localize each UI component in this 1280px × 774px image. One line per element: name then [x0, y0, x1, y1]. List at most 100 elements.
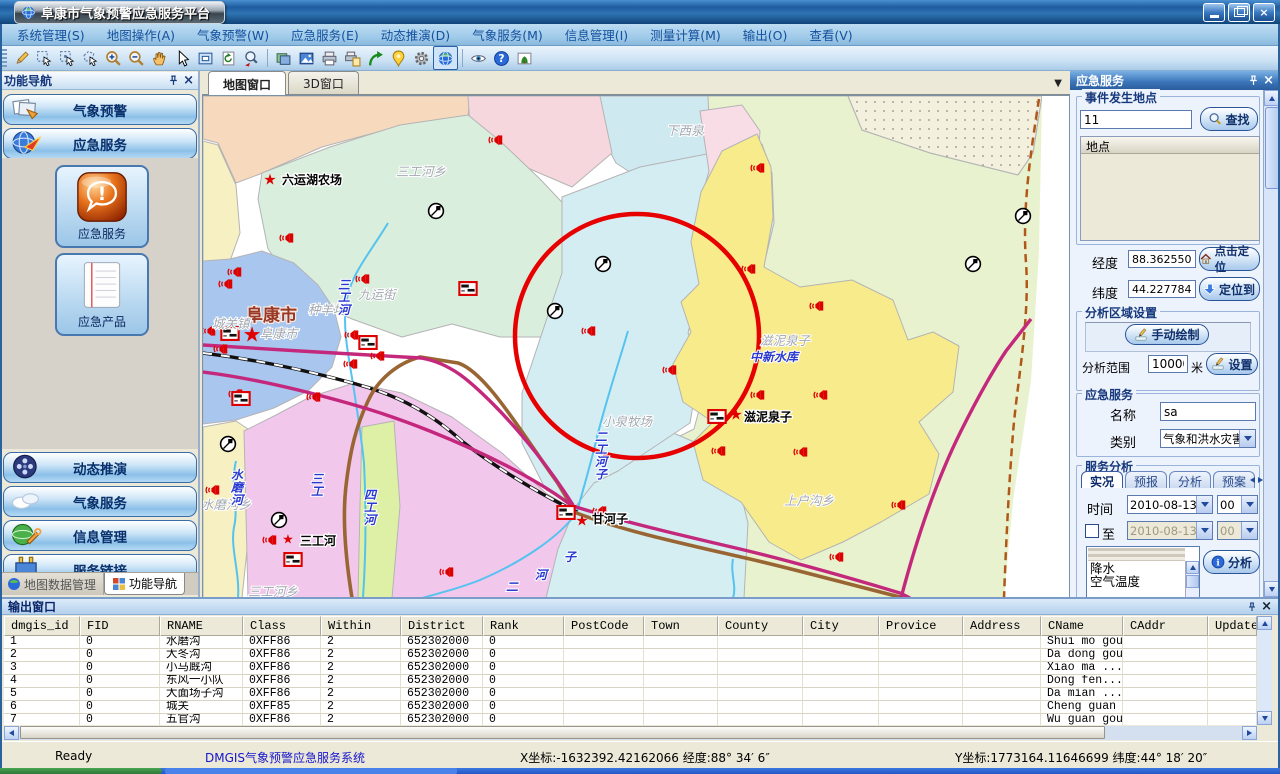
pin-icon[interactable]	[168, 75, 179, 86]
scroll-down-icon[interactable]	[1257, 711, 1272, 725]
column-header-County[interactable]: County	[718, 616, 803, 636]
tab-map-window[interactable]: 地图窗口	[208, 71, 286, 95]
tab-function-navigation[interactable]: 功能导航	[104, 573, 185, 595]
service-tab-1[interactable]: 实况	[1081, 471, 1123, 488]
toolbar-select-poly-button[interactable]	[79, 47, 102, 69]
tab-scroll-left-icon[interactable]	[1248, 473, 1256, 486]
table-row[interactable]: 40东风一小队0XFF8626523020000Dong fen...	[4, 675, 1257, 688]
locate-to-button[interactable]: 定位到	[1199, 277, 1260, 301]
scroll-left-icon[interactable]	[4, 726, 19, 740]
column-header-Town[interactable]: Town	[644, 616, 718, 636]
to-checkbox[interactable]	[1085, 524, 1099, 538]
toolbar-measure-pencil-button[interactable]	[10, 47, 33, 69]
pin-icon[interactable]	[1247, 602, 1257, 612]
toolbar-placemark-button[interactable]	[387, 47, 410, 69]
table-row[interactable]: 20大冬沟0XFF8626523020000Da dong gou	[4, 649, 1257, 662]
toolbar-globe-3d-button[interactable]	[433, 46, 458, 70]
pin-icon[interactable]	[1248, 75, 1259, 86]
column-header-Rank[interactable]: Rank	[483, 616, 564, 636]
element-listbox[interactable]: 降水空气温度	[1086, 546, 1200, 597]
menu-item-1[interactable]: 系统管理(S)	[6, 23, 96, 46]
event-location-input[interactable]	[1080, 110, 1192, 129]
tab-3d-window[interactable]: 3D窗口	[288, 71, 359, 94]
sidebar-item-clouds[interactable]: 气象服务	[3, 486, 197, 517]
taskbar-button[interactable]	[165, 768, 457, 774]
column-header-PostCode[interactable]: PostCode	[564, 616, 644, 636]
table-row[interactable]: 60城关0XFF8526523020000Cheng guan	[4, 701, 1257, 714]
toolbar-goto-arrow-button[interactable]	[364, 47, 387, 69]
type-combobox[interactable]: 气象和洪水灾害	[1160, 429, 1256, 448]
column-header-Within[interactable]: Within	[321, 616, 401, 636]
service-tab-3[interactable]: 分析	[1169, 471, 1211, 488]
toolbar-zoom-out-button[interactable]	[125, 47, 148, 69]
column-header-CAddr[interactable]: CAddr	[1123, 616, 1208, 636]
column-header-Address[interactable]: Address	[963, 616, 1041, 636]
chevron-down-icon[interactable]	[1241, 496, 1257, 513]
toolbar-screenshot-button[interactable]	[295, 47, 318, 69]
scrollbar-thumb[interactable]	[1186, 575, 1199, 588]
toolbar-select-point-button[interactable]	[33, 47, 56, 69]
map-tab-dropdown-icon[interactable]: ▼	[1054, 78, 1062, 89]
column-header-Provice[interactable]: Provice	[879, 616, 963, 636]
column-header-Class[interactable]: Class	[243, 616, 321, 636]
emergency-product-button[interactable]: 应急产品	[55, 253, 149, 336]
toolbar-full-extent-button[interactable]	[194, 47, 217, 69]
toolbar-pointer-button[interactable]	[171, 47, 194, 69]
table-row[interactable]: 30小马厩沟0XFF8626523020000Xiao ma ...	[4, 662, 1257, 675]
toolbar-eye-visibility-button[interactable]	[467, 47, 490, 69]
table-row[interactable]: 50大面场子沟0XFF8626523020000Da mian ...	[4, 688, 1257, 701]
toolbar-print-preview-button[interactable]	[341, 47, 364, 69]
menu-item-7[interactable]: 信息管理(I)	[554, 23, 639, 46]
close-panel-icon[interactable]: ×	[1261, 602, 1272, 612]
tab-map-data-management[interactable]: 地图数据管理	[0, 573, 104, 595]
analyze-button[interactable]: 分析	[1203, 550, 1260, 574]
menu-item-3[interactable]: 气象预警(W)	[186, 23, 280, 46]
location-list[interactable]: 地点	[1080, 136, 1260, 241]
column-header-FID[interactable]: FID	[80, 616, 160, 636]
date-combobox[interactable]: 2010-08-13	[1127, 495, 1213, 514]
manual-draw-button[interactable]: 手动绘制	[1125, 324, 1209, 345]
latitude-input[interactable]	[1128, 280, 1196, 298]
toolbar-refresh-button[interactable]	[217, 47, 240, 69]
column-header-CName[interactable]: CName	[1041, 616, 1123, 636]
menu-item-2[interactable]: 地图操作(A)	[96, 23, 186, 46]
toolbar-layers-button[interactable]	[272, 47, 295, 69]
list-item[interactable]: 空气温度	[1087, 575, 1199, 588]
table-row[interactable]: 10水磨沟0XFF8626523020000Shui mo gou	[4, 636, 1257, 649]
chevron-down-icon[interactable]	[1196, 496, 1212, 513]
longitude-input[interactable]	[1128, 250, 1196, 268]
start-button[interactable]	[0, 768, 162, 774]
toolbar-grip[interactable]	[2, 49, 7, 67]
find-button[interactable]: 查找	[1200, 107, 1258, 131]
menu-item-10[interactable]: 查看(V)	[798, 23, 863, 46]
column-header-City[interactable]: City	[803, 616, 879, 636]
output-horizontal-scrollbar[interactable]	[4, 726, 1257, 740]
close-button[interactable]: ×	[1253, 3, 1275, 22]
close-panel-icon[interactable]: ×	[1263, 76, 1274, 86]
menu-item-5[interactable]: 动态推演(D)	[370, 23, 461, 46]
scroll-up-icon[interactable]	[1257, 616, 1272, 630]
map-canvas[interactable]: ★★★★★ 六运湖农场三工河乡下西泉九运街阜康市城关镇阜康市种羊场小泉牧场滋泥泉…	[202, 95, 1070, 599]
sidebar-item-globe-tools[interactable]: 信息管理	[3, 520, 197, 551]
service-tab-2[interactable]: 预报	[1125, 471, 1167, 488]
toolbar-help-button[interactable]	[490, 47, 513, 69]
column-header-Update[interactable]: Update	[1208, 616, 1257, 636]
hour-combobox[interactable]: 00	[1217, 495, 1258, 514]
toolbar-select-rect-button[interactable]	[56, 47, 79, 69]
toolbar-settings-gear-button[interactable]	[410, 47, 433, 69]
toolbar-pan-hand-button[interactable]	[148, 47, 171, 69]
listbox-scrollbar[interactable]	[1185, 561, 1199, 597]
column-header-RNAME[interactable]: RNAME	[160, 616, 243, 636]
locate-click-button[interactable]: 点击定位	[1199, 247, 1260, 271]
column-header-dmgis_id[interactable]: dmgis_id	[4, 616, 80, 636]
sidebar-item-film-reel[interactable]: 动态推演	[3, 452, 197, 483]
output-vertical-scrollbar[interactable]	[1257, 616, 1272, 725]
range-input[interactable]	[1148, 355, 1188, 373]
toolbar-identify-button[interactable]	[240, 47, 263, 69]
set-button[interactable]: 设置	[1206, 353, 1258, 375]
scroll-up-icon[interactable]	[1186, 561, 1199, 574]
scroll-right-icon[interactable]	[1242, 726, 1257, 740]
restore-button[interactable]	[1228, 3, 1250, 22]
minimize-button[interactable]	[1203, 3, 1225, 22]
toolbar-print-button[interactable]	[318, 47, 341, 69]
